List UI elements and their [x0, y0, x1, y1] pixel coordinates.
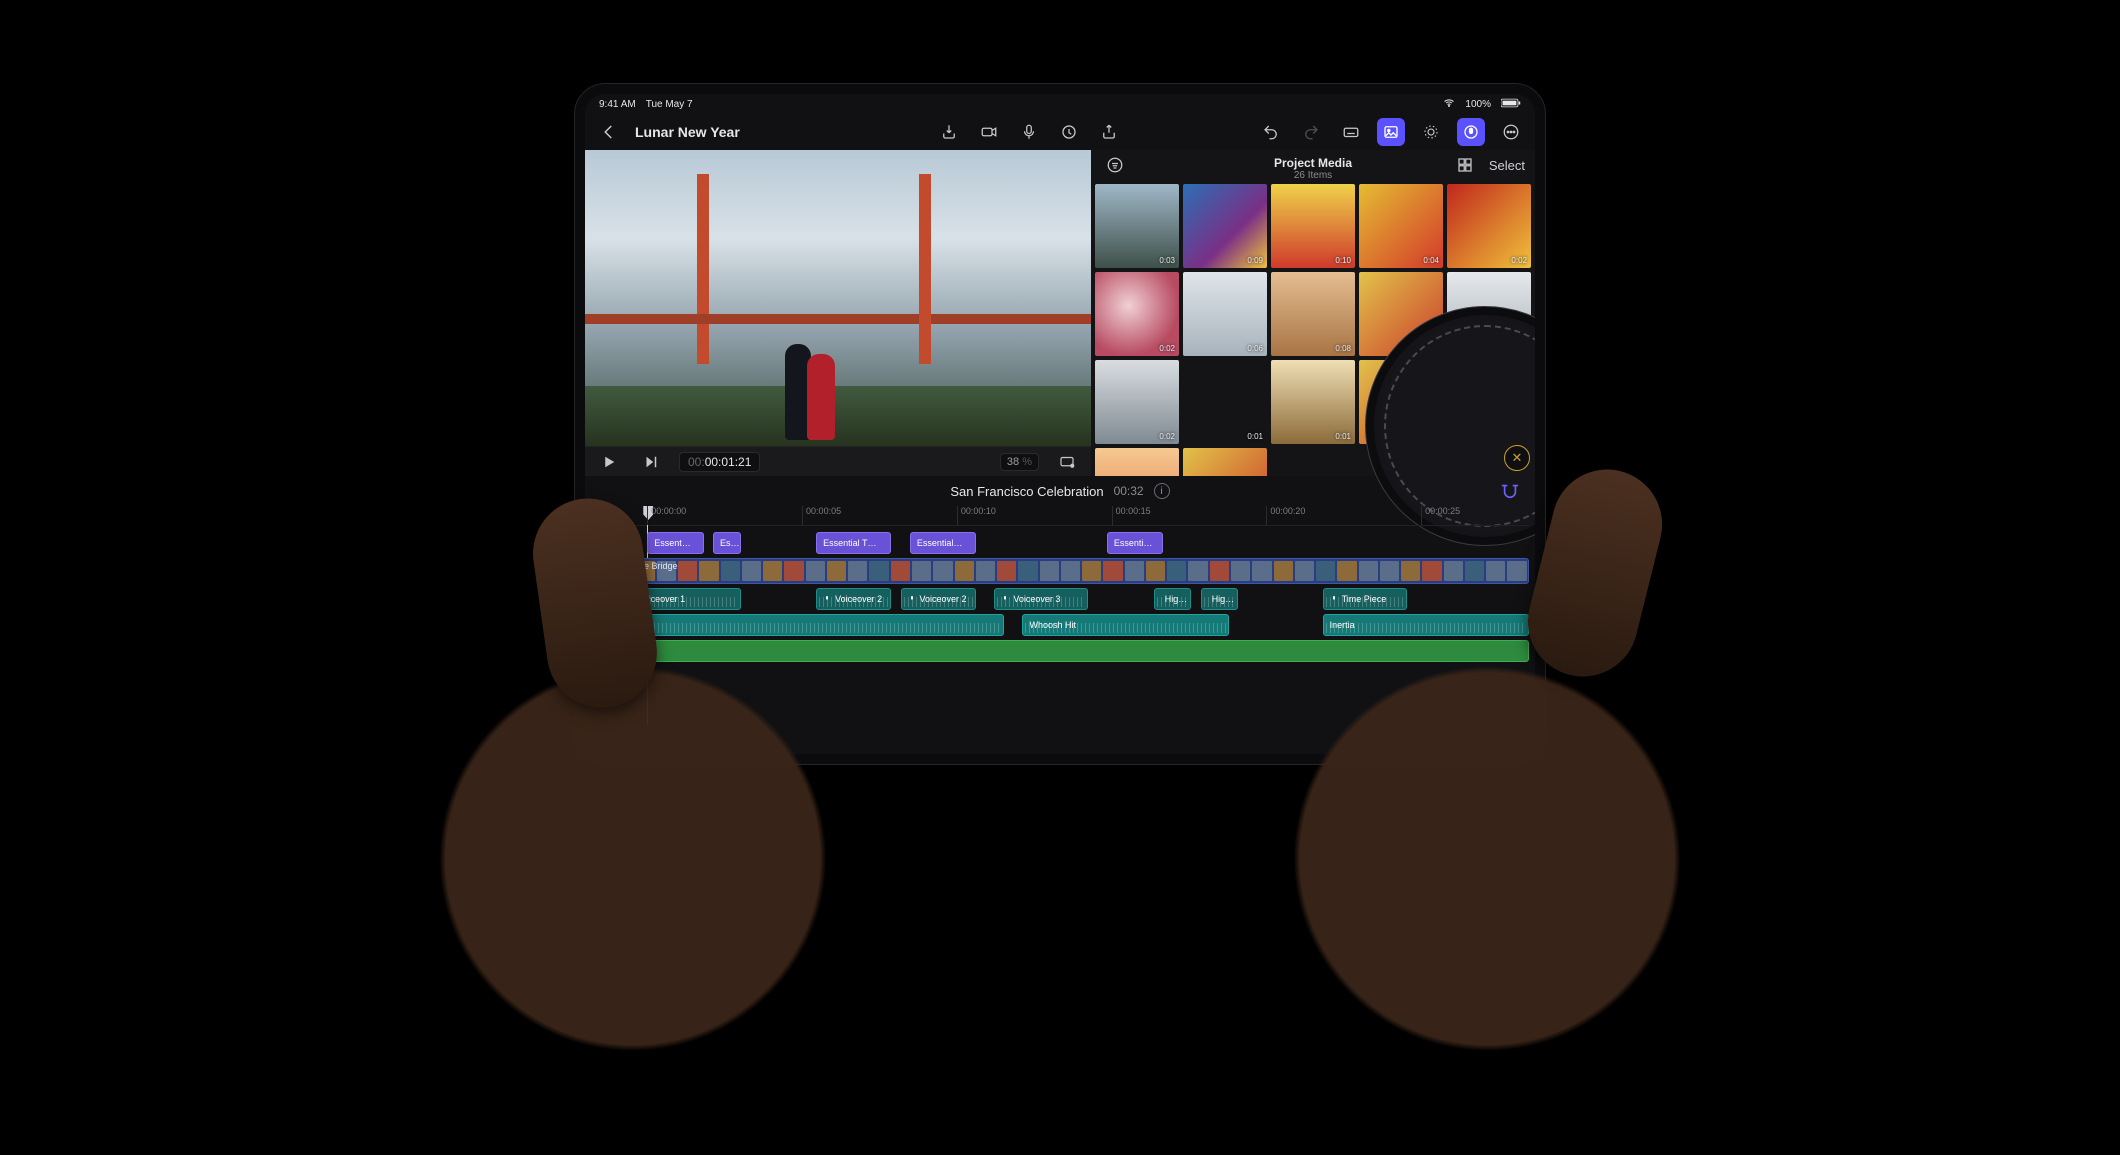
battery-percent: 100% — [1465, 99, 1491, 110]
ruler-tick: 00:00:15 — [1112, 506, 1151, 525]
clip-duration: 0:03 — [1159, 256, 1175, 265]
track-video[interactable]: Golden Gate Bridge — [591, 558, 1529, 584]
timeline-clip[interactable]: Hig… — [1201, 588, 1239, 610]
viewer-frame[interactable] — [585, 150, 1091, 446]
clip-duration: 0:02 — [1159, 344, 1175, 353]
media-browser: Project Media 26 Items Select 0:030:090:… — [1091, 150, 1535, 476]
info-icon[interactable]: i — [1154, 483, 1170, 499]
media-clip[interactable]: 0:01 — [1183, 360, 1267, 444]
clip-duration: 0:06 — [1247, 344, 1263, 353]
status-time: 9:41 AM — [599, 99, 636, 110]
media-clip[interactable] — [1095, 448, 1179, 476]
timeline-duration: 00:32 — [1114, 484, 1144, 498]
back-icon[interactable] — [595, 118, 623, 146]
timeline-clip[interactable]: Essen… — [591, 532, 638, 554]
ruler-tick: 00:00:05 — [802, 506, 841, 525]
media-clip[interactable]: 0:08 — [1271, 272, 1355, 356]
ruler-tick: 00:00:00 — [647, 506, 686, 525]
share-icon[interactable] — [1095, 118, 1123, 146]
clip-duration: 0:02 — [1511, 256, 1527, 265]
timeline-clip[interactable]: Golden Gate Bridge — [591, 558, 1529, 584]
timeline-clip[interactable]: Inertia — [1323, 614, 1529, 636]
display-toggle-icon[interactable] — [1053, 448, 1081, 476]
status-bar: 9:41 AM Tue May 7 100% — [585, 94, 1535, 114]
media-clip[interactable]: 0:01 — [1271, 360, 1355, 444]
track-titles[interactable]: Essen… Essent… Es… Essential T… Essential… Es… — [591, 532, 1529, 554]
project-title: Lunar New Year — [635, 124, 740, 140]
ruler-tick: 00:00:25 — [1421, 506, 1460, 525]
live-photo-icon[interactable] — [1417, 118, 1445, 146]
media-clip[interactable]: 0:02 — [1095, 360, 1179, 444]
timeline-tracks[interactable]: Essen… Essent… Es… Essential T… Essential… Es… — [585, 526, 1535, 662]
media-clip[interactable]: 0:02 — [1447, 184, 1531, 268]
select-button[interactable]: Select — [1489, 158, 1525, 173]
timeline-clip[interactable]: Hig… — [1154, 588, 1192, 610]
ruler-tick: 00:00:20 — [1266, 506, 1305, 525]
battery-icon — [1501, 98, 1521, 111]
timeline-clip[interactable]: Voiceover 2 — [901, 588, 976, 610]
photo-library-icon[interactable] — [1377, 118, 1405, 146]
timeline-clip[interactable]: Whoosh Hit — [1022, 614, 1228, 636]
track-people[interactable]: n and Yang — [591, 640, 1529, 662]
mic-icon[interactable] — [1015, 118, 1043, 146]
clip-duration: 0:09 — [1247, 256, 1263, 265]
clip-duration: 0:08 — [1335, 344, 1351, 353]
clip-duration: 0:10 — [1335, 256, 1351, 265]
timeline-clip[interactable]: Night Winds — [591, 614, 1004, 636]
grid-view-icon[interactable] — [1451, 151, 1479, 179]
viewer-panel: 00:00:01:21 38 % — [585, 150, 1091, 476]
ruler-tick: 00:00:10 — [957, 506, 996, 525]
next-frame-icon[interactable] — [637, 448, 665, 476]
timeline-clip[interactable]: Essenti… — [1107, 532, 1163, 554]
markers-icon[interactable] — [1055, 118, 1083, 146]
timeline-clip[interactable]: Voiceover 2 — [816, 588, 891, 610]
play-icon[interactable] — [595, 448, 623, 476]
timeline-header: San Francisco Celebration 00:32 i — [585, 476, 1535, 506]
timeline-clip[interactable]: Es… — [713, 532, 741, 554]
timeline-clip[interactable]: Voiceover 3 — [994, 588, 1088, 610]
more-icon[interactable] — [1497, 118, 1525, 146]
undo-icon[interactable] — [1257, 118, 1285, 146]
media-clip[interactable]: 0:03 — [1095, 184, 1179, 268]
timeline-clip[interactable]: Voiceover 1 — [619, 588, 741, 610]
media-clip[interactable]: 0:04 — [1359, 184, 1443, 268]
clip-duration: 0:01 — [1335, 432, 1351, 441]
ipad-device-frame: 9:41 AM Tue May 7 100% Lunar New Year — [575, 84, 1545, 764]
voiceover-record-icon[interactable] — [1457, 118, 1485, 146]
media-clip[interactable]: 0:02 — [1095, 272, 1179, 356]
media-clip[interactable] — [1183, 448, 1267, 476]
zoom-level[interactable]: 38 % — [1000, 453, 1039, 471]
media-clip[interactable]: 0:06 — [1183, 272, 1267, 356]
track-voiceover[interactable]: Voiceover 1 Voiceover 2 Voiceover 2 Voiceov… — [591, 588, 1529, 610]
redo-icon[interactable] — [1297, 118, 1325, 146]
timeline-clip[interactable]: n and Yang — [591, 640, 1529, 662]
jog-close-icon[interactable]: ✕ — [1504, 445, 1530, 471]
media-clip[interactable]: 0:09 — [1183, 184, 1267, 268]
title-bar: Lunar New Year — [585, 114, 1535, 150]
status-date: Tue May 7 — [646, 99, 693, 110]
sort-icon[interactable] — [1101, 151, 1129, 179]
timeline-clip[interactable]: Time Piece — [1323, 588, 1407, 610]
timeline-clip[interactable]: Essent… — [647, 532, 703, 554]
timeline-clip[interactable]: Essential… — [910, 532, 976, 554]
magnetic-tool-icon[interactable] — [1499, 482, 1521, 503]
import-icon[interactable] — [935, 118, 963, 146]
keyboard-icon[interactable] — [1337, 118, 1365, 146]
track-music[interactable]: Night Winds Whoosh Hit Inertia — [591, 614, 1529, 636]
clip-duration: 0:02 — [1159, 432, 1175, 441]
timeline-ruler[interactable]: 00:00:00 00:00:05 00:00:10 00:00:15 00:00:20… — [591, 506, 1529, 526]
clip-duration: 0:04 — [1423, 256, 1439, 265]
camera-icon[interactable] — [975, 118, 1003, 146]
clip-duration: 0:01 — [1247, 432, 1263, 441]
timeline-title: San Francisco Celebration — [950, 484, 1103, 499]
transport-bar: 00:00:01:21 38 % — [585, 446, 1091, 476]
wifi-icon — [1443, 97, 1455, 112]
media-clip[interactable]: 0:10 — [1271, 184, 1355, 268]
timecode[interactable]: 00:00:01:21 — [679, 452, 760, 472]
timeline-clip[interactable]: Essential T… — [816, 532, 891, 554]
